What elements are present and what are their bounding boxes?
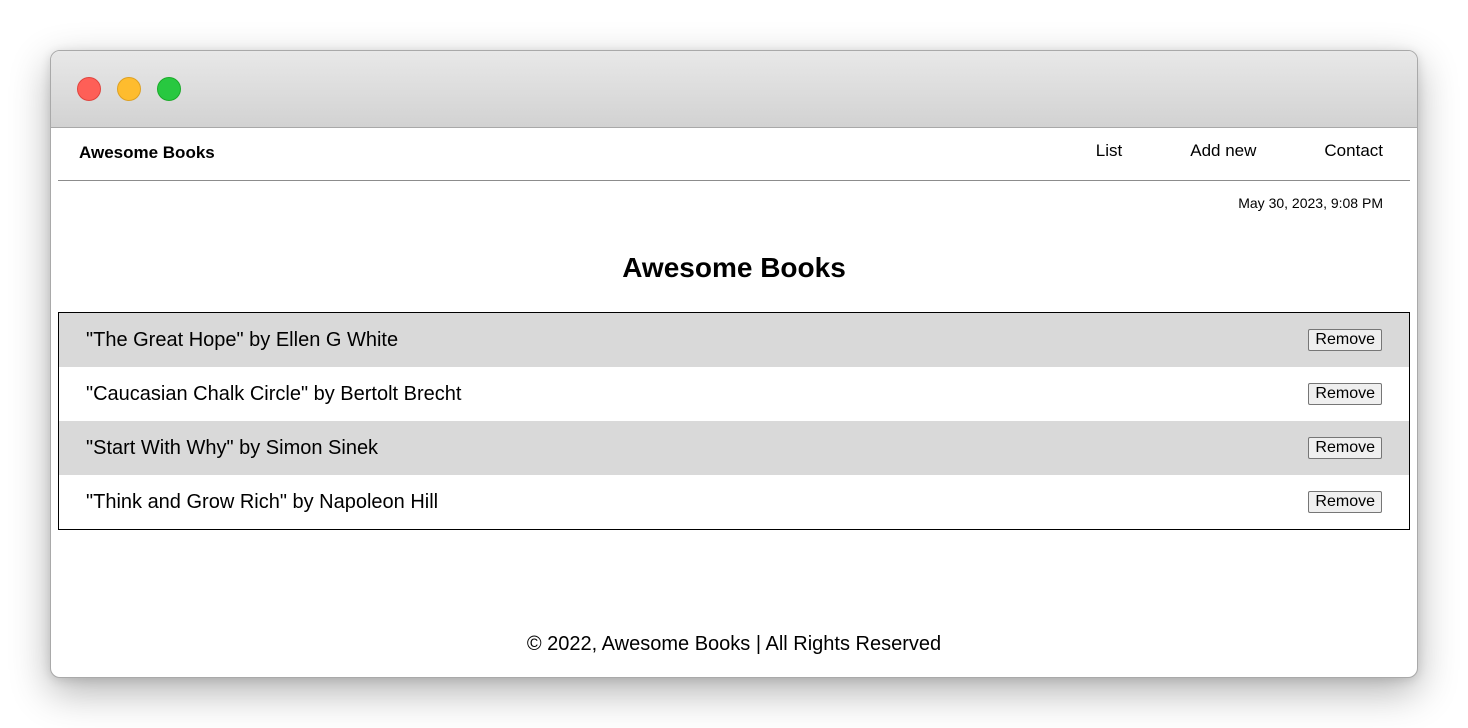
brand-logo: Awesome Books bbox=[79, 143, 215, 162]
remove-book-button[interactable]: Remove bbox=[1308, 383, 1382, 405]
window-titlebar bbox=[51, 51, 1417, 128]
nav-links: List Add new Contact bbox=[1096, 141, 1383, 161]
nav-link-contact[interactable]: Contact bbox=[1324, 141, 1383, 161]
book-list: "The Great Hope" by Ellen G White Remove… bbox=[58, 312, 1410, 530]
maximize-window-icon[interactable] bbox=[157, 77, 181, 101]
book-title-author: "Start With Why" by Simon Sinek bbox=[86, 436, 379, 459]
book-title-author: "Caucasian Chalk Circle" by Bertolt Brec… bbox=[86, 382, 462, 405]
current-datetime: May 30, 2023, 9:08 PM bbox=[1238, 195, 1383, 211]
page-footer: © 2022, Awesome Books | All Rights Reser… bbox=[526, 633, 942, 655]
nav-link-list[interactable]: List bbox=[1096, 141, 1122, 161]
nav-link-add-new[interactable]: Add new bbox=[1190, 141, 1256, 161]
minimize-window-icon[interactable] bbox=[117, 77, 141, 101]
browser-window: Awesome Books List Add new Contact May 3… bbox=[50, 50, 1418, 678]
remove-book-button[interactable]: Remove bbox=[1308, 329, 1382, 351]
navbar: Awesome Books List Add new Contact bbox=[58, 128, 1410, 181]
page-title: Awesome Books bbox=[622, 252, 846, 283]
close-window-icon[interactable] bbox=[77, 77, 101, 101]
book-list-item: "Caucasian Chalk Circle" by Bertolt Brec… bbox=[59, 367, 1409, 421]
book-list-item: "Think and Grow Rich" by Napoleon Hill R… bbox=[59, 475, 1409, 529]
book-list-item: "Start With Why" by Simon Sinek Remove bbox=[59, 421, 1409, 475]
remove-book-button[interactable]: Remove bbox=[1308, 437, 1382, 459]
book-list-item: "The Great Hope" by Ellen G White Remove bbox=[59, 313, 1409, 367]
book-title-author: "Think and Grow Rich" by Napoleon Hill bbox=[86, 490, 439, 513]
remove-book-button[interactable]: Remove bbox=[1308, 491, 1382, 513]
book-title-author: "The Great Hope" by Ellen G White bbox=[86, 328, 399, 351]
page-content: Awesome Books List Add new Contact May 3… bbox=[51, 128, 1417, 677]
